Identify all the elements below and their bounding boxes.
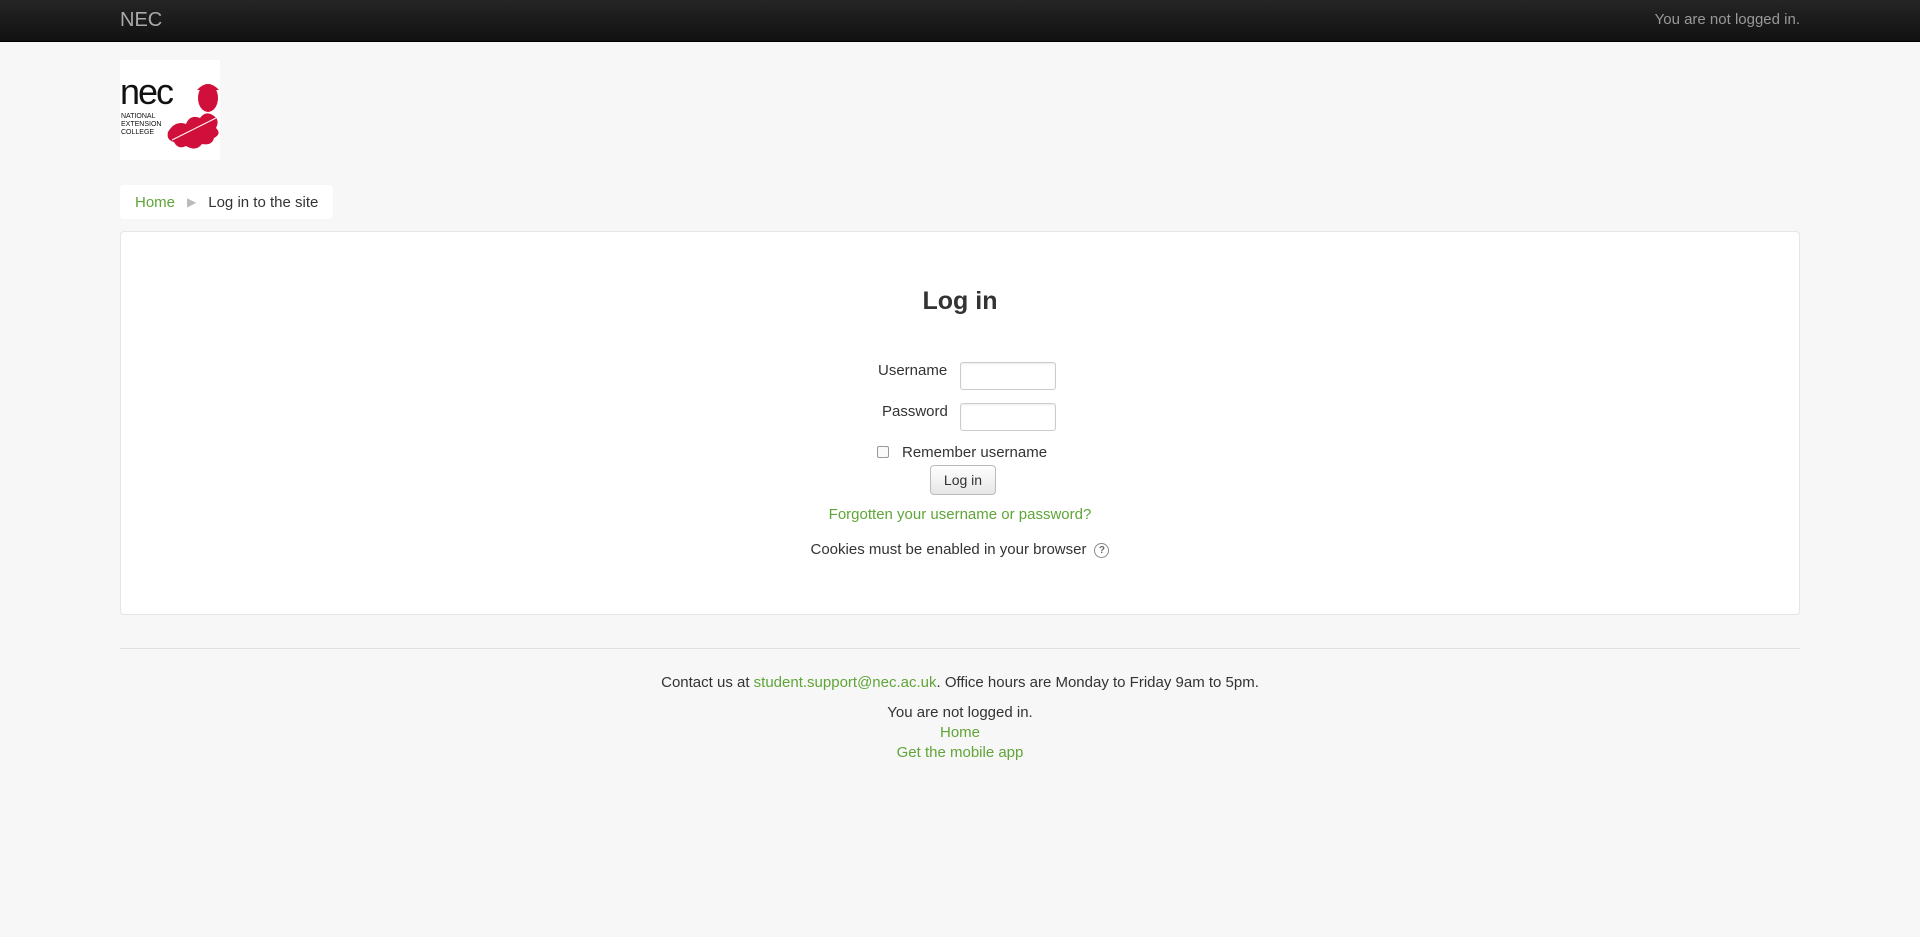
footer-support-email-link[interactable]: student.support@nec.ac.uk <box>754 674 937 691</box>
cookies-notice: Cookies must be enabled in your browser? <box>121 541 1799 558</box>
breadcrumb-separator-icon: ▶ <box>187 195 197 209</box>
breadcrumb-home-link[interactable]: Home <box>135 194 175 211</box>
breadcrumb: Home ▶ Log in to the site <box>120 185 334 219</box>
login-title: Log in <box>922 287 998 315</box>
footer-contact-prefix: Contact us at <box>661 674 754 691</box>
cookies-notice-text: Cookies must be enabled in your browser <box>810 541 1087 558</box>
footer-home-row: Home <box>0 724 1920 741</box>
remember-username-label[interactable]: Remember username <box>902 444 1047 461</box>
footer-home-link[interactable]: Home <box>940 724 980 741</box>
site-brand-link[interactable]: NEC <box>120 9 162 32</box>
logo-wordmark: nec <box>120 71 174 112</box>
breadcrumb-current: Log in to the site <box>208 193 319 211</box>
footer-contact: Contact us at student.support@nec.ac.uk.… <box>0 674 1920 691</box>
logo-subtext-2: EXTENSION <box>121 121 161 128</box>
login-panel: Log in Username Password Remember userna… <box>120 231 1800 615</box>
acorn-cap-icon <box>197 84 219 90</box>
footer-mobile-app-row: Get the mobile app <box>0 744 1920 761</box>
footer-login-status: You are not logged in. <box>887 704 1033 721</box>
top-navbar: NEC You are not logged in. <box>0 0 1920 42</box>
footer-divider <box>120 648 1800 649</box>
username-input[interactable] <box>960 362 1056 390</box>
question-circle-icon[interactable]: ? <box>1094 542 1110 558</box>
navbar-login-status: You are not logged in. <box>1654 11 1800 28</box>
footer-mobile-app-link[interactable]: Get the mobile app <box>897 744 1024 761</box>
oak-leaf-icon <box>167 113 219 149</box>
logo-subtext-1: NATIONAL <box>121 113 156 120</box>
login-button[interactable]: Log in <box>930 465 996 495</box>
forgot-password-link[interactable]: Forgotten your username or password? <box>121 506 1799 523</box>
nec-logo[interactable]: nec NATIONAL EXTENSION COLLEGE <box>120 60 220 160</box>
logo-subtext-3: COLLEGE <box>121 129 154 136</box>
nec-logo-graphic: nec NATIONAL EXTENSION COLLEGE <box>120 71 219 149</box>
password-label: Password <box>882 403 948 420</box>
remember-username-checkbox[interactable] <box>877 446 889 458</box>
username-label: Username <box>878 362 948 379</box>
footer-contact-suffix: . Office hours are Monday to Friday 9am … <box>936 674 1259 691</box>
password-input[interactable] <box>960 403 1056 431</box>
